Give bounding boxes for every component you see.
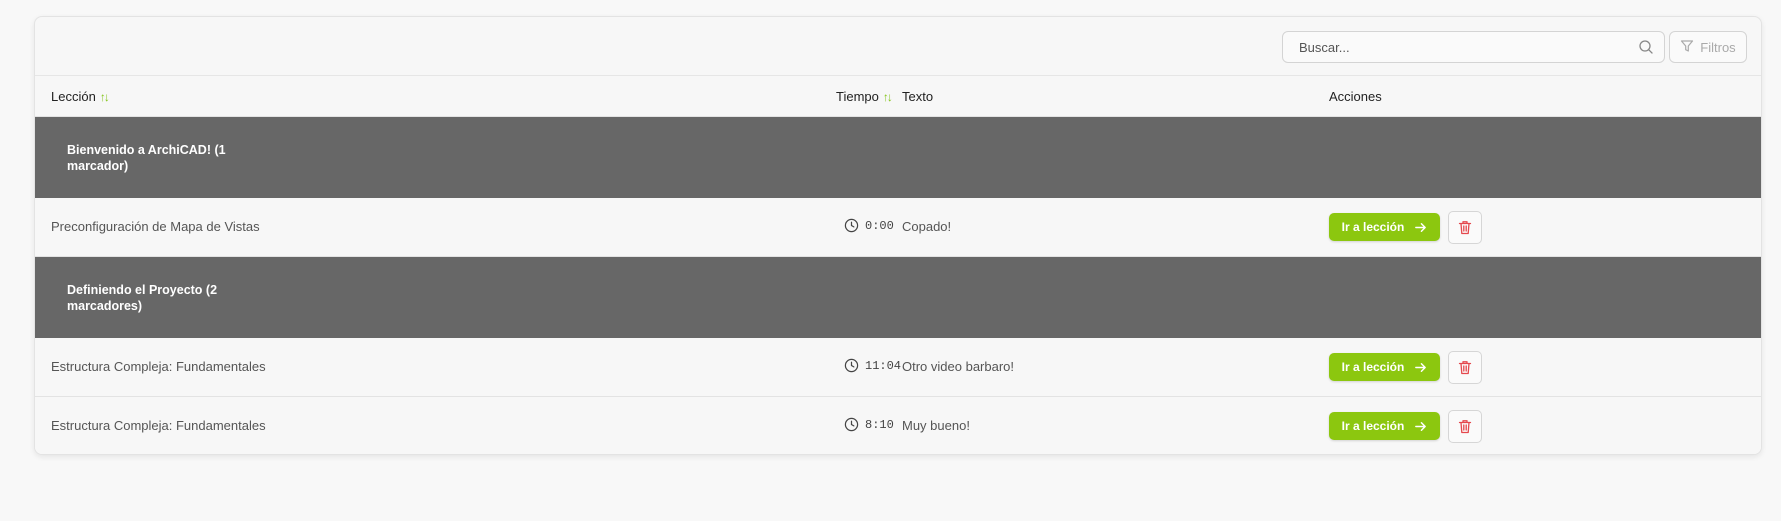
bookmark-text: Copado! [902,219,952,234]
trash-icon [1458,361,1472,375]
clock-icon [844,218,859,233]
timestamp: 8:10 [844,417,894,432]
search-icon[interactable] [1638,39,1654,55]
column-actions: Acciones [1329,89,1382,104]
column-lesson[interactable]: Lección ↑↓ [51,89,110,104]
group-header: Bienvenido a ArchiCAD! (1 marcador) [35,117,1761,198]
search-box[interactable] [1282,31,1665,63]
delete-button[interactable] [1448,410,1482,443]
timestamp: 11:04 [844,358,902,373]
column-text: Texto [902,89,933,104]
table-row: Estructura Compleja: Fundamentales 11:04… [35,338,1761,397]
trash-icon [1458,420,1472,434]
sort-icon[interactable]: ↑↓ [883,90,893,104]
arrow-right-icon [1415,421,1427,431]
column-time[interactable]: Tiempo ↑↓ [836,89,893,104]
column-lesson-label: Lección [51,89,96,104]
arrow-right-icon [1415,362,1427,372]
filters-label: Filtros [1700,39,1736,55]
go-to-lesson-label: Ir a lección [1341,360,1405,374]
time-value: 11:04 [865,359,902,373]
trash-icon [1458,221,1472,235]
delete-button[interactable] [1448,211,1482,244]
lesson-name: Preconfiguración de Mapa de Vistas [51,219,260,234]
sort-icon[interactable]: ↑↓ [100,90,110,104]
group-title: Definiendo el Proyecto (2 marcadores) [67,283,218,313]
time-value: 8:10 [865,418,894,432]
bookmark-text: Muy bueno! [902,418,970,433]
search-input[interactable] [1299,32,1619,62]
group-title: Bienvenido a ArchiCAD! (1 marcador) [67,143,226,173]
filters-button[interactable]: Filtros [1669,31,1747,63]
filter-icon [1680,39,1694,56]
go-to-lesson-button[interactable]: Ir a lección [1329,213,1440,241]
table-row: Preconfiguración de Mapa de Vistas 0:00 … [35,198,1761,257]
table-header: Lección ↑↓ Tiempo ↑↓ Texto Acciones [35,76,1761,117]
lesson-name: Estructura Compleja: Fundamentales [51,359,266,374]
go-to-lesson-button[interactable]: Ir a lección [1329,353,1440,381]
group-header: Definiendo el Proyecto (2 marcadores) [35,257,1761,338]
toolbar: Filtros [35,17,1761,76]
column-time-label: Tiempo [836,89,879,104]
column-actions-label: Acciones [1329,89,1382,104]
go-to-lesson-button[interactable]: Ir a lección [1329,412,1440,440]
time-value: 0:00 [865,219,894,233]
go-to-lesson-label: Ir a lección [1341,220,1405,234]
bookmarks-card: Filtros Lección ↑↓ Tiempo ↑↓ Texto Accio… [34,16,1762,455]
go-to-lesson-label: Ir a lección [1341,419,1405,433]
lesson-name: Estructura Compleja: Fundamentales [51,418,266,433]
column-text-label: Texto [902,89,934,104]
table-row: Estructura Compleja: Fundamentales 8:10 … [35,397,1761,454]
clock-icon [844,417,859,432]
timestamp: 0:00 [844,218,894,233]
bookmark-text: Otro video barbaro! [902,359,1015,374]
clock-icon [844,358,859,373]
delete-button[interactable] [1448,351,1482,384]
arrow-right-icon [1415,222,1427,232]
